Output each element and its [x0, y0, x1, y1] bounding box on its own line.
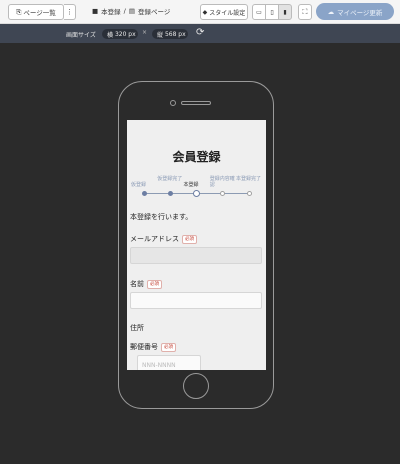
breadcrumb-separator: / [123, 7, 126, 15]
folder-icon: ■ [92, 7, 99, 15]
step-dot [193, 190, 200, 197]
email-field[interactable] [130, 247, 262, 264]
required-badge: 必須 [147, 279, 162, 289]
page-icon: ▤ [128, 7, 136, 15]
name-field[interactable] [130, 292, 262, 309]
desktop-view-button[interactable]: ▭ [252, 4, 266, 20]
required-badge: 必須 [161, 342, 176, 352]
camera-icon [170, 100, 176, 106]
home-button-icon [183, 373, 209, 399]
speaker-icon [181, 101, 211, 105]
step-dot [167, 191, 173, 196]
paint-icon: ◆ [202, 8, 208, 16]
width-value: 320 px [114, 30, 136, 38]
rotate-icon[interactable]: ⟳ [196, 27, 204, 38]
desktop-icon: ▭ [256, 8, 262, 16]
postal-label: 郵便番号 [130, 343, 158, 351]
mobile-icon: ▮ [283, 8, 287, 16]
step-dot [220, 191, 226, 196]
email-label: メールアドレス [130, 235, 179, 243]
postal-label-row: 郵便番号 必須 [130, 342, 176, 352]
style-settings-button[interactable]: ◆ スタイル設定 [200, 4, 248, 20]
email-label-row: メールアドレス 必須 [130, 234, 197, 244]
more-icon: ⋮ [66, 8, 73, 16]
step-label: 本登録完了 [236, 176, 262, 182]
breadcrumb-page: 登録ページ [138, 8, 171, 16]
step-label: 仮登録完了 [157, 176, 183, 182]
height-prefix: 縦 [157, 31, 164, 39]
size-times: × [142, 29, 148, 36]
step-label: 仮登録 [131, 182, 147, 188]
required-badge: 必須 [182, 234, 197, 244]
breadcrumb-section[interactable]: 本登録 [101, 6, 121, 16]
width-field[interactable]: 横 320 px [102, 29, 138, 39]
screen-size-bar: 画面サイズ 横 320 px × 縦 568 px ⟳ [0, 24, 400, 43]
intro-text: 本登録を行います。 [130, 213, 193, 221]
step-dot [246, 191, 252, 196]
step-dot [141, 191, 147, 196]
update-mypage-label: マイページ更新 [337, 8, 383, 17]
fullscreen-button[interactable]: ⛶ [298, 4, 312, 20]
cloud-upload-icon: ☁ [327, 7, 335, 16]
page-list-button[interactable]: ⎘ ページ一覧 [8, 4, 64, 20]
preview-screen: 会員登録 仮登録 仮登録完了 本登録 登録内容確認 本登録完了 本登録を行います。 メー… [127, 120, 266, 370]
top-toolbar: ⎘ ページ一覧 ⋮ ■ 本登録 / ▤ 登録ページ ◆ スタイル設定 ▭ ▯ ▮… [0, 0, 400, 24]
width-prefix: 横 [107, 31, 114, 39]
mobile-view-button[interactable]: ▮ [278, 4, 292, 20]
page-title: 会員登録 [172, 150, 221, 164]
tablet-view-button[interactable]: ▯ [265, 4, 279, 20]
height-value: 568 px [164, 30, 186, 38]
step-label: 登録内容確認 [209, 176, 235, 188]
step-label: 本登録 [183, 182, 199, 188]
style-settings-label: スタイル設定 [209, 9, 246, 17]
breadcrumb: ■ 本登録 / ▤ 登録ページ [92, 6, 170, 16]
update-mypage-button[interactable]: ☁ マイページ更新 [316, 3, 394, 20]
more-options-button[interactable]: ⋮ [64, 4, 76, 20]
screen-size-label: 画面サイズ [66, 32, 96, 39]
device-switcher: ▭ ▯ ▮ [252, 4, 292, 20]
tablet-icon: ▯ [270, 8, 274, 16]
page-list-label: ページ一覧 [23, 9, 56, 17]
name-label-row: 名前 必須 [130, 279, 162, 289]
name-label: 名前 [130, 280, 144, 288]
fullscreen-icon: ⛶ [302, 7, 308, 16]
postal-code-field[interactable]: NNN-NNNN [137, 355, 201, 370]
address-label: 住所 [130, 324, 144, 332]
pages-icon: ⎘ [16, 7, 22, 16]
height-field[interactable]: 縦 568 px [152, 29, 188, 39]
address-label-row: 住所 [130, 323, 144, 333]
